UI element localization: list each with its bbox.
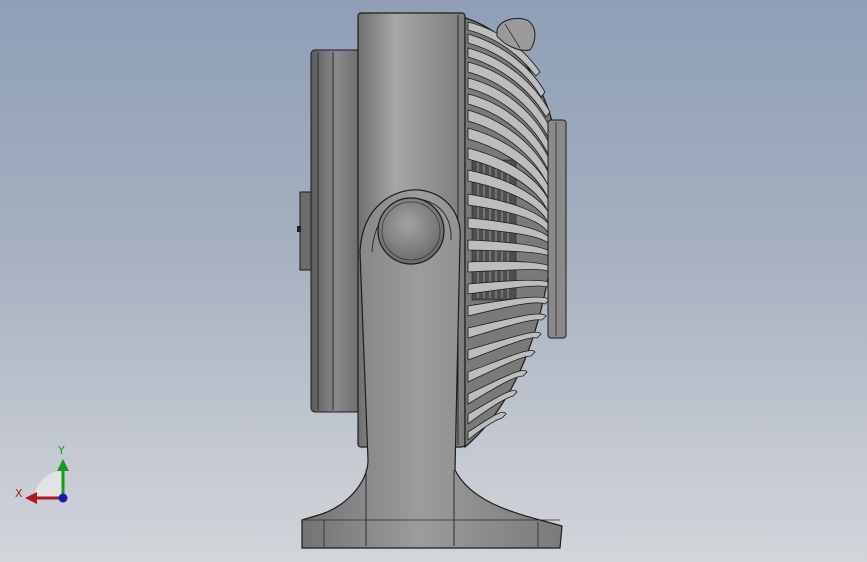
fan-model[interactable]: [0, 0, 867, 562]
cad-viewport[interactable]: X Y: [0, 0, 867, 562]
y-axis-label: Y: [58, 444, 65, 457]
motor-back-cover: [297, 49, 362, 413]
front-grill: [464, 17, 567, 449]
z-axis-dot: [58, 493, 68, 503]
x-axis-arrow: [25, 492, 37, 504]
coordinate-triad: [25, 459, 69, 504]
y-axis-arrow: [57, 459, 69, 471]
triad-plane-indicator: [34, 471, 63, 498]
pivot-knob[interactable]: [377, 197, 445, 265]
x-axis-label: X: [15, 487, 23, 500]
